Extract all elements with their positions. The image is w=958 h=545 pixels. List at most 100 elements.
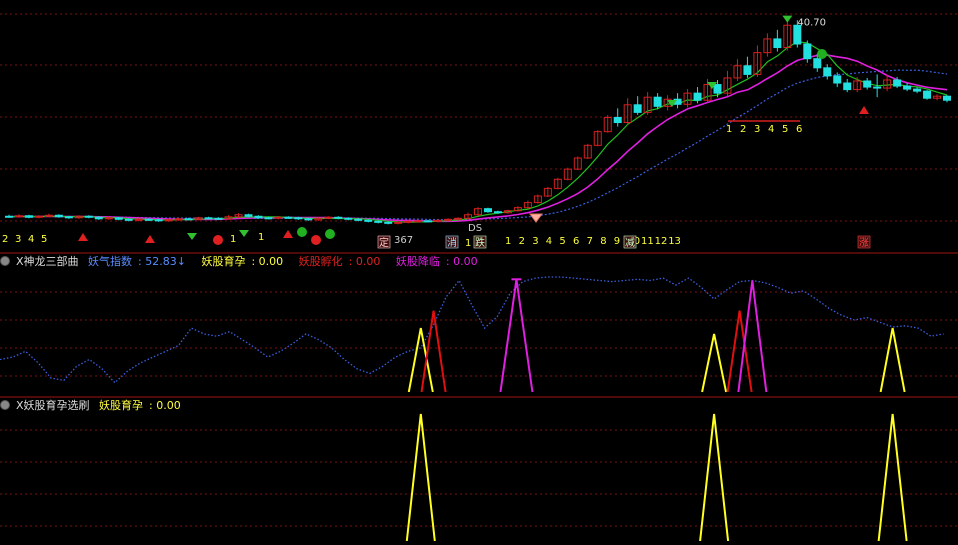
candle [294,217,303,220]
candle [863,80,872,88]
count-label-up: 6 [573,236,579,247]
legend-yuyun-2: 妖股育孕: 0.00 [99,399,181,412]
candle [384,221,393,224]
candle [244,214,253,217]
indicator-1-title: X神龙三部曲 [16,255,79,268]
candle [893,79,902,87]
red-dot-icon [311,235,321,245]
spike-yellow-2 [699,413,730,542]
indicator-2-header: X妖股育孕选刷 妖股育孕: 0.00 [0,398,193,414]
misc-label: 1 [258,232,264,243]
legend-fuhua: 妖股孵化: 0.00 [298,255,381,268]
count-label-up: 11 [641,236,654,247]
indicator-1-toggle-icon[interactable] [0,256,10,266]
count-label-top: 3 [754,124,760,135]
indicator-1-header: X神龙三部曲 妖气指数: 52.83↓ 妖股育孕: 0.00 妖股孵化: 0.0… [0,254,490,270]
candle [813,58,822,69]
candle [114,217,123,220]
green-dot-icon [817,49,827,59]
high-price-label: 40.70 [797,18,826,29]
count-label-left: 4 [28,234,34,245]
candle [184,218,193,221]
spike-yellow-2 [877,413,908,542]
candle [803,43,812,60]
candle [653,96,662,107]
signal-badge-text: 跌 [475,236,485,249]
candle [154,219,163,222]
count-label-up: 4 [546,236,552,247]
candle [414,220,423,223]
green-down-arrow-icon [239,230,249,237]
count-label-up: 2 [519,236,525,247]
chart-area: 40.702345123456789101112131234561112367D… [0,0,958,542]
count-label-left: 5 [41,234,47,245]
count-label-up: 13 [668,236,681,247]
candle [493,211,502,214]
candle [204,217,213,220]
candle [304,218,313,221]
misc-label: DS [468,223,482,234]
count-label-top: 6 [796,124,802,135]
candle [693,92,702,101]
count-label-left: 3 [15,234,21,245]
candle [613,116,622,124]
candle [873,86,882,89]
candle [633,104,642,113]
count-label-up: 3 [532,236,538,247]
candle [4,215,13,218]
candle [264,217,273,220]
count-label-top: 1 [726,124,732,135]
candle [903,85,912,90]
candle [943,95,952,101]
candle [94,216,103,220]
chart-svg: 40.702345123456789101112131234561112367D… [0,13,958,542]
count-label-up: 12 [655,236,668,247]
count-label-up: 8 [600,236,606,247]
candle [124,218,133,221]
green-dot-icon [297,227,307,237]
candle [923,90,932,99]
spike-yellow-2 [405,413,436,542]
spike-magenta [499,279,534,393]
signal-badge-text: 定 [379,236,389,249]
count-label-left: 2 [2,234,8,245]
red-up-arrow-icon [78,233,88,241]
count-label-up: 9 [614,236,620,247]
candle [84,215,93,218]
candle [54,214,63,218]
signal-badge-text: 涨 [859,237,869,249]
indicator-2-toggle-icon[interactable] [0,400,10,410]
red-up-arrow-icon [859,106,869,114]
signal-badge-text: 消 [447,236,457,249]
candle [64,216,73,219]
candle [913,88,922,92]
ma-line-green [8,41,948,223]
top-marker-icon [782,15,793,23]
indicator-2-title: X妖股育孕选刷 [16,399,90,412]
misc-label: 1 [465,238,471,249]
candle [284,216,293,219]
yaoqi-line [0,276,944,384]
candle [843,82,852,91]
green-down-arrow-icon [187,233,197,240]
ma-line-blue [8,69,948,221]
candle [24,215,33,218]
count-label-top: 2 [740,124,746,135]
ma-line-magenta [8,54,948,223]
count-label-top: 4 [768,124,774,135]
candle [254,215,263,219]
candle [354,218,363,221]
candle [823,67,832,77]
legend-yuyun: 妖股育孕: 0.00 [201,255,284,268]
candle [833,75,842,84]
red-dot-icon [213,235,223,245]
candle [773,38,782,49]
legend-yaoqi: 妖气指数: 52.83↓ [88,255,186,268]
misc-label: 367 [394,235,413,246]
candle [214,217,223,220]
count-label-up: 1 [505,236,511,247]
candle [364,219,373,222]
candle [144,218,153,221]
candle [743,65,752,75]
candle [344,217,353,220]
